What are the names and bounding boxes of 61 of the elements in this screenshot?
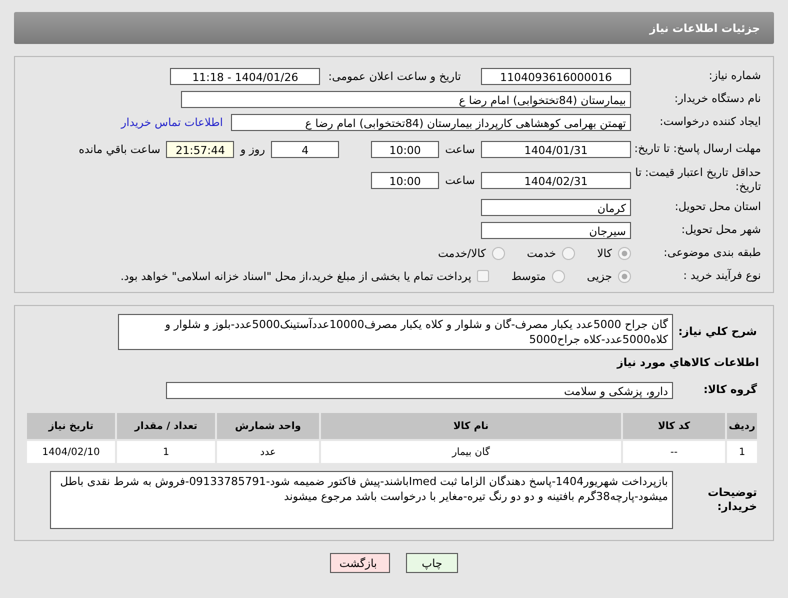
radio-button[interactable]	[552, 270, 565, 282]
radio-button[interactable]	[618, 246, 631, 260]
field-label: شرح کلي نیاز:	[677, 325, 758, 339]
column-header: تاریخ نیاز	[26, 412, 116, 440]
radio-label: خدمت	[526, 246, 556, 260]
radio-label: کالا	[597, 246, 612, 260]
radio-button[interactable]	[492, 246, 505, 260]
radio-button[interactable]	[562, 246, 576, 260]
back-button[interactable]: بازگشت	[330, 553, 390, 573]
section-heading: اطلاعات کالاهاي مورد نیاز	[616, 356, 759, 369]
table-cell: گان بیمار	[320, 440, 622, 464]
time-label: ساعت	[445, 174, 475, 186]
city-field: سیرجان	[481, 222, 631, 238]
deadline-date-field: 1404/01/31	[481, 140, 631, 158]
column-header: واحد شمارش	[216, 412, 320, 440]
field-label: توضیحات خریدار:	[706, 486, 758, 514]
description-box: گان جراح 5000عدد یکبار مصرف-گان و شلوار و کلاه یکبار مصرف10000عددآستینک5000عدد-بلوز و شلوار و کلاه5000عدد-کلاه جراح5000	[118, 314, 673, 350]
field-label: تاریخ و ساعت اعلان عمومی:	[328, 70, 461, 82]
checkbox[interactable]	[477, 270, 490, 282]
column-header: کد کالا	[622, 412, 726, 440]
table-cell: 1404/02/10	[26, 440, 116, 464]
goods-group-field: دارو، پزشکی و سلامت	[166, 382, 673, 398]
table-cell: --	[622, 440, 726, 464]
validity-time-field: 10:00	[371, 172, 440, 188]
days-label: روز و	[240, 142, 266, 156]
page-title: جزئیات اطلاعات نیاز	[650, 22, 760, 34]
validity-date-field: 1404/02/31	[481, 172, 631, 188]
column-header: تعداد / مقدار	[116, 412, 216, 440]
buyer-org-field: بیمارستان (84تختخوابی) امام رضا ع	[181, 90, 631, 108]
field-label: استان محل تحویل:	[674, 200, 762, 214]
table-cell: 1	[116, 440, 216, 464]
field-label: نوع فرآیند خرید :	[682, 269, 762, 283]
radio-label: متوسط	[511, 270, 546, 282]
field-label: شهر محل تحویل:	[680, 223, 762, 237]
field-label: شماره نیاز:	[708, 69, 762, 83]
field-label: حداقل تاریخ اعتبار قیمت: تا تاریخ:	[634, 166, 762, 194]
creator-field: تهمتن بهرامی کوهشاهی کارپرداز بیمارستان (84تختخوابی) امام رضا ع	[231, 114, 631, 130]
days-field: 4	[271, 140, 340, 158]
deadline-time-field: 10:00	[371, 140, 440, 158]
province-field: کرمان	[481, 198, 631, 216]
column-header: نام کالا	[320, 412, 622, 440]
radio-label: کالا/خدمت	[438, 246, 486, 260]
table-cell: عدد	[216, 440, 320, 464]
table-cell: 1	[726, 440, 758, 464]
print-button[interactable]: چاپ	[406, 553, 458, 573]
announce-date-field: 1404/01/26 - 11:18	[170, 68, 320, 84]
field-label: ایجاد کننده درخواست:	[658, 115, 762, 129]
time-label: ساعت	[445, 142, 475, 156]
field-label: نام دستگاه خریدار:	[673, 92, 762, 106]
column-header: ردیف	[726, 412, 758, 440]
field-label: طبقه بندی موضوعی:	[662, 246, 762, 260]
buyer-notes-box: بازپرداخت شهریور1404-پاسخ دهندگان الزاما ثبت Imedباشند-پیش فاکتور ضمیمه شود-09133785791-فروش به شرط نقدی باطل میشود-پارچه38گرم بافتینه و دو دو رنگ تیره-مغایر با درخواست باشد مرجوع میشوند	[50, 471, 673, 529]
checkbox-label: پرداخت تمام یا بخشی از مبلغ خرید،از محل "اسناد خزانه اسلامی" خواهد بود.	[120, 270, 472, 282]
field-label: گروه کالا:	[702, 383, 758, 397]
remaining-label: ساعت باقي مانده	[78, 142, 160, 156]
radio-button[interactable]	[618, 270, 631, 282]
buyer-contact-link[interactable]: اطلاعات تماس خریدار	[121, 116, 223, 128]
field-label: مهلت ارسال پاسخ: تا تاریخ:	[633, 142, 762, 156]
remaining-time-field: 21:57:44	[166, 140, 234, 158]
need-number-field: 1104093616000016	[481, 68, 631, 84]
radio-label: جزیی	[586, 270, 612, 282]
